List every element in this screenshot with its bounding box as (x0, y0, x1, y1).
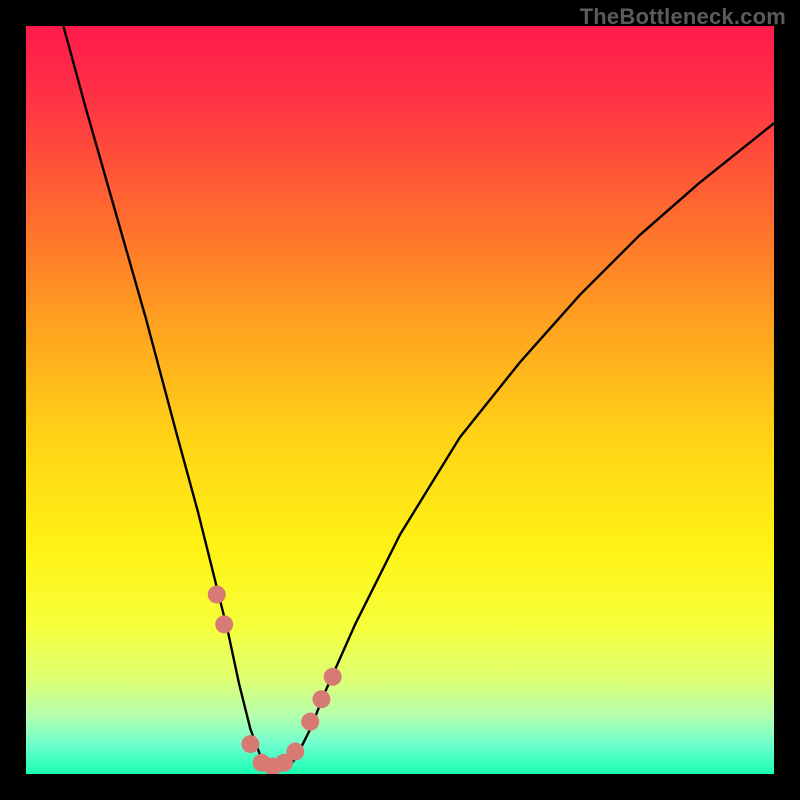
bottleneck-curve (26, 26, 774, 774)
plot-area (26, 26, 774, 774)
curve-marker (208, 585, 226, 603)
watermark-text: TheBottleneck.com (580, 4, 786, 30)
curve-marker (241, 735, 259, 753)
curve-marker (286, 743, 304, 761)
curve-marker (215, 615, 233, 633)
curve-marker (301, 713, 319, 731)
curve-marker (324, 668, 342, 686)
chart-frame: TheBottleneck.com (0, 0, 800, 800)
curve-marker (312, 690, 330, 708)
